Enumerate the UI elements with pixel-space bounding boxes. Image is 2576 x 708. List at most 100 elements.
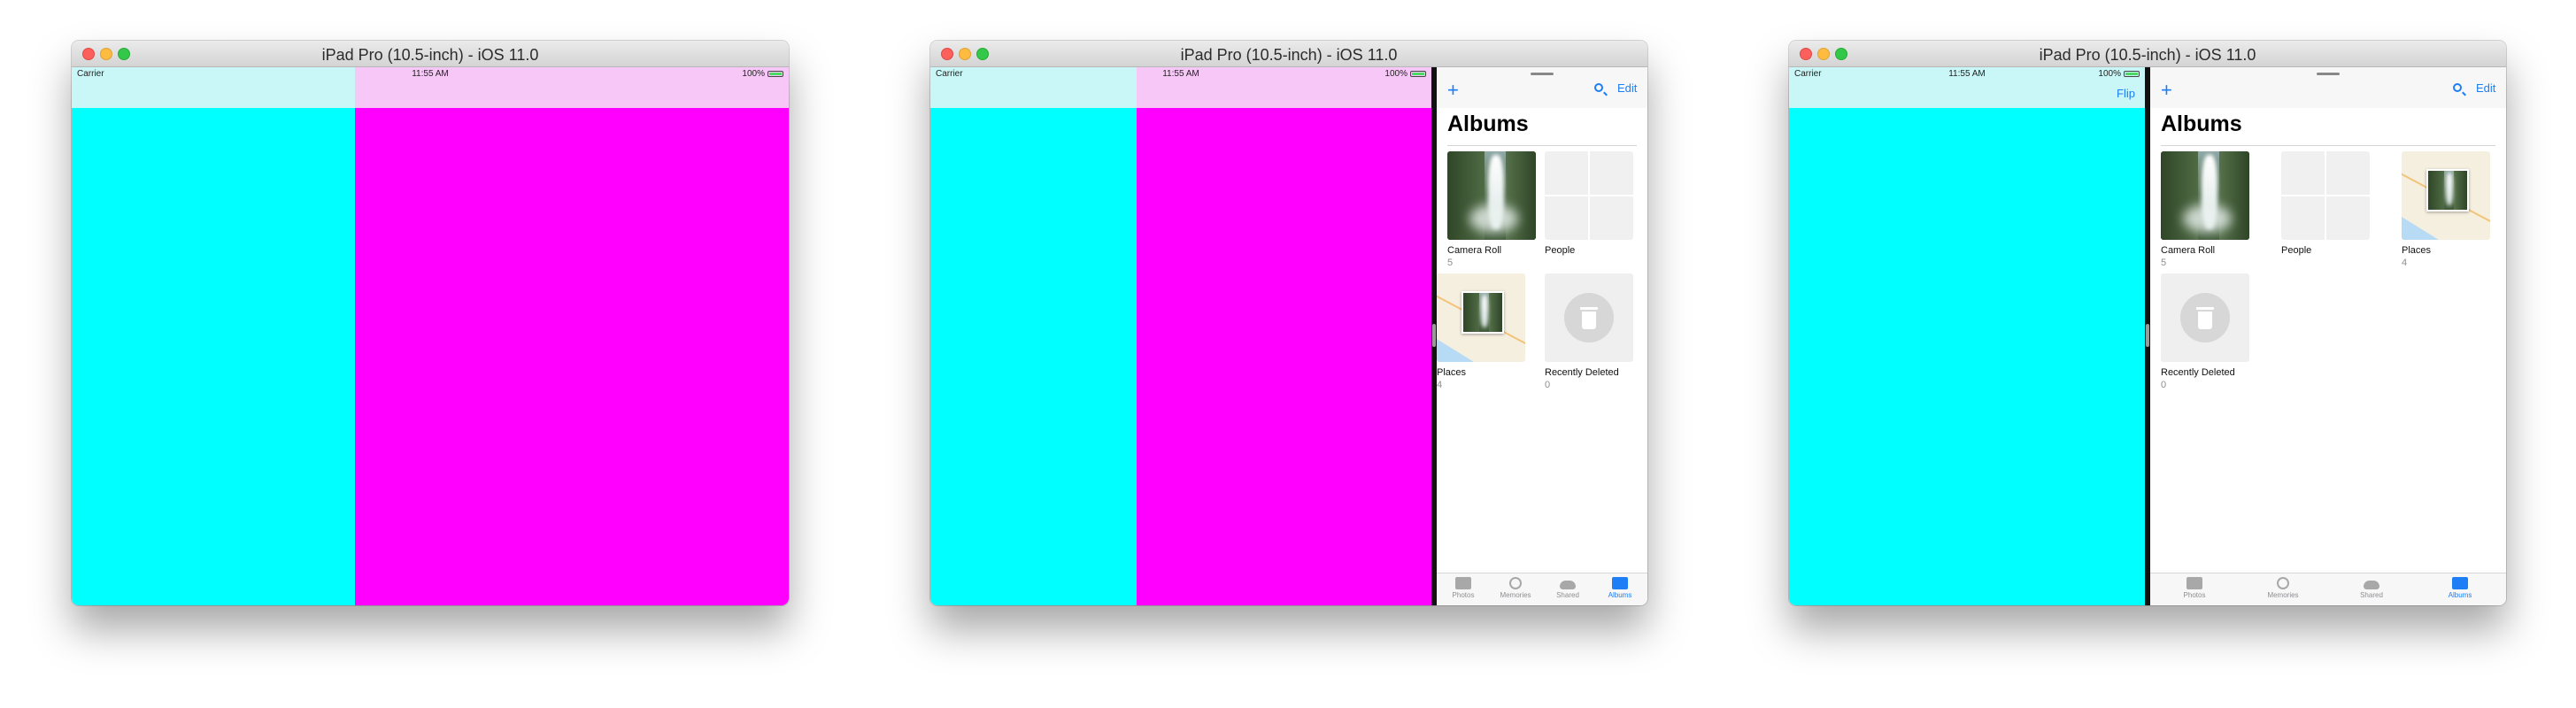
tab-label: Memories: [2267, 591, 2299, 599]
magenta-pane[interactable]: [1137, 67, 1431, 605]
battery-icon: [767, 71, 783, 77]
status-time: 11:55 AM: [1948, 69, 1986, 79]
device-screen: Carrier 11:55 AM 100%: [72, 67, 789, 605]
status-bar: Carrier 11:55 AM 100%: [930, 67, 1431, 80]
tab-label: Photos: [1452, 591, 1475, 599]
battery-status: 100%: [1384, 69, 1426, 79]
cloud-icon: [1560, 581, 1576, 589]
tab-label: Shared: [1556, 591, 1579, 599]
cyan-pane[interactable]: [1789, 67, 2145, 605]
album-count: 4: [2402, 258, 2408, 268]
album-name: Camera Roll: [1447, 245, 1502, 256]
trash-icon: [1564, 293, 1614, 342]
tab-label: Photos: [2183, 591, 2206, 599]
grabber-handle[interactable]: [1531, 73, 1554, 75]
simulator-window-1: iPad Pro (10.5-inch) - iOS 11.0 Carrier …: [72, 41, 789, 605]
album-name: Places: [2402, 245, 2432, 256]
header-divider: [2161, 145, 2495, 146]
trash-icon: [2180, 293, 2230, 342]
photos-split-view: + Edit Albums Camera Roll 5 People Place…: [2150, 67, 2506, 605]
tab-memories[interactable]: Memories: [2256, 577, 2310, 599]
device-screen: Flip Carrier 11:55 AM 100% + Edit Albums…: [1789, 67, 2506, 605]
tab-label: Albums: [2448, 591, 2472, 599]
waterfall-photo-thumbnail: [2161, 151, 2249, 240]
album-name: People: [1545, 245, 1576, 256]
tab-memories[interactable]: Memories: [1489, 577, 1542, 599]
device-screen: Carrier 11:55 AM 100% + Edit Albums Came…: [930, 67, 1647, 605]
window-titlebar[interactable]: iPad Pro (10.5-inch) - iOS 11.0: [930, 41, 1647, 67]
plus-icon[interactable]: +: [2161, 81, 2172, 100]
tab-shared[interactable]: Shared: [2345, 577, 2398, 599]
photos-slide-over: + Edit Albums Camera Roll 5 People Place…: [1437, 67, 1647, 605]
tab-photos[interactable]: Photos: [2168, 577, 2221, 599]
memories-icon: [1509, 577, 1522, 589]
edit-button[interactable]: Edit: [2476, 81, 2495, 95]
album-count: 0: [1545, 380, 1551, 390]
albums-icon: [1612, 577, 1628, 589]
tab-bar: Photos Memories Shared Albums: [2150, 573, 2506, 605]
battery-status: 100%: [2098, 69, 2140, 79]
album-recently-deleted[interactable]: Recently Deleted 0: [1545, 273, 1633, 390]
albums-icon: [2452, 577, 2468, 589]
flip-button[interactable]: Flip: [2117, 87, 2135, 100]
album-name: Recently Deleted: [2161, 367, 2235, 378]
tab-label: Albums: [1608, 591, 1632, 599]
plus-icon[interactable]: +: [1447, 81, 1459, 100]
battery-status: 100%: [742, 69, 783, 79]
window-title: iPad Pro (10.5-inch) - iOS 11.0: [1180, 46, 1398, 64]
photos-icon: [2187, 577, 2202, 589]
people-grid-icon: [1545, 151, 1633, 240]
album-places[interactable]: Places 4: [2402, 151, 2490, 268]
battery-percent: 100%: [742, 69, 765, 79]
album-camera-roll[interactable]: Camera Roll 5: [2161, 151, 2249, 268]
window-titlebar[interactable]: iPad Pro (10.5-inch) - iOS 11.0: [1789, 41, 2506, 67]
album-recently-deleted[interactable]: Recently Deleted 0: [2161, 273, 2249, 390]
tab-bar: Photos Memories Shared Albums: [1437, 573, 1647, 605]
battery-icon: [1410, 71, 1426, 77]
album-count: 0: [2161, 380, 2167, 390]
simulator-window-2: iPad Pro (10.5-inch) - iOS 11.0 Carrier …: [930, 41, 1647, 605]
divider-handle[interactable]: [2146, 324, 2149, 347]
album-people[interactable]: People: [2281, 151, 2370, 258]
magenta-pane[interactable]: [355, 67, 789, 605]
cyan-pane[interactable]: [930, 67, 1137, 605]
albums-header: Albums: [2161, 112, 2242, 136]
window-title: iPad Pro (10.5-inch) - iOS 11.0: [2039, 46, 2256, 64]
header-divider: [1447, 145, 1637, 146]
cyan-pane[interactable]: [72, 67, 355, 605]
album-people[interactable]: People: [1545, 151, 1633, 258]
album-count: 5: [2161, 258, 2167, 268]
albums-header: Albums: [1447, 112, 1529, 136]
status-time: 11:55 AM: [412, 69, 449, 79]
tab-photos[interactable]: Photos: [1437, 577, 1490, 599]
status-bar: Carrier 11:55 AM 100%: [1789, 67, 2506, 80]
waterfall-photo-thumbnail: [1447, 151, 1536, 240]
recently-deleted-thumbnail: [2161, 273, 2249, 362]
battery-percent: 100%: [2098, 69, 2121, 79]
tab-label: Shared: [2360, 591, 2383, 599]
album-places[interactable]: Places 4: [1437, 273, 1525, 390]
battery-icon: [2124, 71, 2140, 77]
album-camera-roll[interactable]: Camera Roll 5: [1447, 151, 1536, 268]
tab-albums[interactable]: Albums: [1593, 577, 1647, 599]
status-time: 11:55 AM: [1162, 69, 1199, 79]
album-name: People: [2281, 245, 2312, 256]
album-name: Recently Deleted: [1545, 367, 1619, 378]
search-icon[interactable]: [1594, 83, 1603, 92]
recently-deleted-thumbnail: [1545, 273, 1633, 362]
battery-percent: 100%: [1384, 69, 1408, 79]
album-count: 4: [1437, 380, 1443, 390]
album-name: Camera Roll: [2161, 245, 2216, 256]
divider-handle[interactable]: [1432, 324, 1436, 347]
search-icon[interactable]: [2453, 83, 2462, 92]
status-bar: Carrier 11:55 AM 100%: [72, 67, 789, 80]
photos-icon: [1455, 577, 1471, 589]
tab-shared[interactable]: Shared: [1541, 577, 1594, 599]
photos-nav-bar: + Edit: [1437, 67, 1647, 108]
window-title: iPad Pro (10.5-inch) - iOS 11.0: [321, 46, 539, 64]
simulator-window-3: iPad Pro (10.5-inch) - iOS 11.0 Flip Car…: [1789, 41, 2506, 605]
album-count: 5: [1447, 258, 1454, 268]
window-titlebar[interactable]: iPad Pro (10.5-inch) - iOS 11.0: [72, 41, 789, 67]
edit-button[interactable]: Edit: [1617, 81, 1637, 95]
tab-albums[interactable]: Albums: [2433, 577, 2487, 599]
